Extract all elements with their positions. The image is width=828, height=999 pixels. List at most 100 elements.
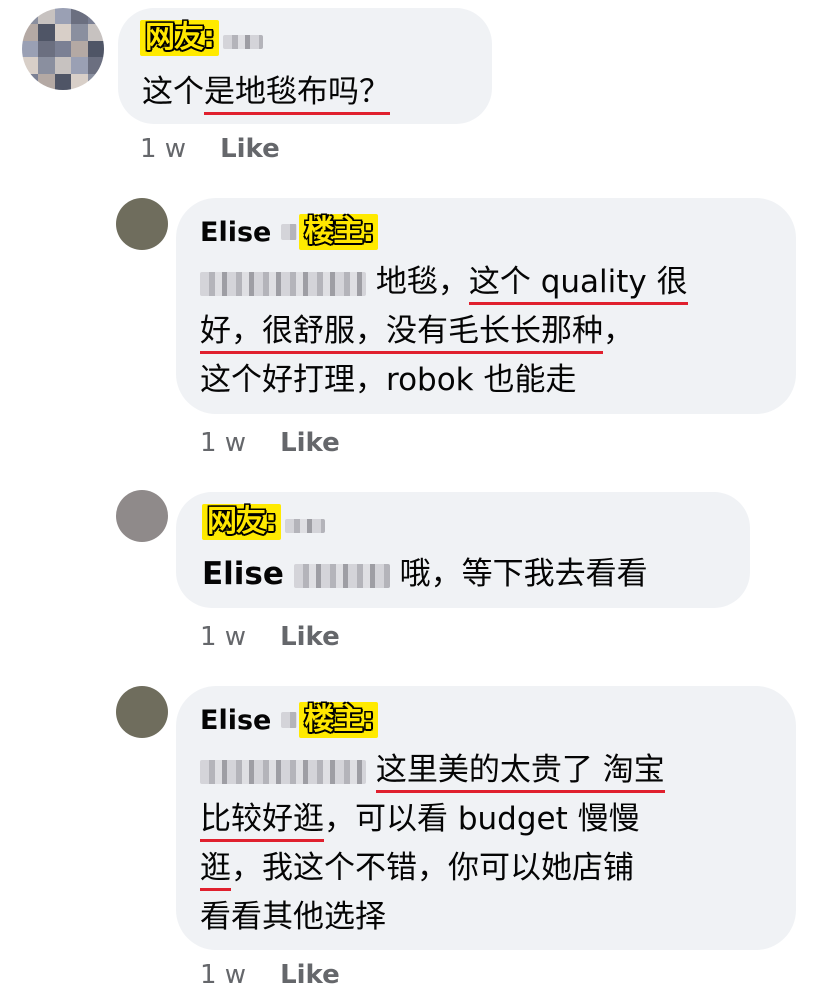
avatar-pixel [129, 503, 142, 516]
avatar-pixel [116, 198, 129, 211]
avatar-pixel [71, 8, 88, 25]
comment-meta: 1 w Like [140, 134, 280, 164]
avatar[interactable] [22, 8, 104, 90]
avatar-pixel [38, 24, 55, 41]
avatar-pixel [155, 529, 168, 542]
avatar-pixel [87, 8, 104, 25]
author-name[interactable]: Elise [200, 217, 271, 248]
comment-header: Elise 楼主: [200, 702, 379, 738]
like-button[interactable]: Like [280, 960, 340, 990]
avatar-pixel [129, 198, 142, 211]
avatar-pixel [54, 8, 72, 25]
avatar-pixel [71, 57, 88, 74]
avatar-pixel [71, 73, 88, 90]
timestamp: 1 w [200, 428, 247, 458]
avatar-pixel [142, 699, 155, 712]
avatar-pixel [155, 211, 168, 224]
avatar-pixel [116, 699, 129, 712]
avatar-pixel [116, 224, 129, 237]
avatar-pixel [142, 237, 155, 250]
blurred-name [285, 519, 325, 533]
blurred-name [281, 712, 298, 728]
avatar-pixel [142, 211, 155, 224]
avatar-pixel [116, 211, 129, 224]
avatar-pixel [116, 686, 129, 699]
blurred-name [223, 35, 263, 49]
timestamp: 1 w [200, 622, 247, 652]
avatar-pixel [116, 490, 129, 503]
avatar-pixel [22, 40, 39, 58]
avatar-pixel [155, 686, 168, 699]
blurred-name [281, 224, 298, 240]
avatar-pixel [87, 73, 104, 90]
role-tag: 网友: [140, 20, 219, 56]
comment-header: 网友: [202, 504, 325, 540]
avatar-pixel [142, 503, 155, 516]
like-button[interactable]: Like [220, 134, 280, 164]
avatar-pixel [155, 725, 168, 738]
comment-text: 这个是地毯布吗？ [142, 68, 390, 117]
avatar-pixel [129, 725, 142, 738]
comment-header: 网友: [140, 20, 263, 56]
avatar-pixel [54, 40, 72, 58]
avatar-pixel [87, 24, 104, 41]
avatar-pixel [129, 686, 142, 699]
avatar-pixel [54, 57, 72, 74]
avatar[interactable] [116, 490, 168, 542]
mention-name[interactable]: Elise [202, 556, 284, 592]
avatar-pixel [129, 237, 142, 250]
avatar-pixel [22, 8, 39, 25]
avatar[interactable] [116, 686, 168, 738]
avatar-pixel [54, 24, 72, 41]
avatar-pixel [71, 40, 88, 58]
blurred-mention [293, 563, 390, 588]
avatar-pixel [129, 699, 142, 712]
avatar-pixel [129, 516, 142, 529]
avatar-pixel [142, 712, 155, 725]
like-button[interactable]: Like [280, 622, 340, 652]
avatar-pixel [116, 503, 129, 516]
timestamp: 1 w [200, 960, 247, 990]
avatar-pixel [155, 516, 168, 529]
avatar-pixel [155, 503, 168, 516]
comment-header: Elise 楼主: [200, 214, 379, 250]
avatar-pixel [129, 529, 142, 542]
blurred-mention [200, 271, 366, 296]
avatar-pixel [129, 490, 142, 503]
comment-text: 地毯，这个 quality 很 好，很舒服，没有毛长长那种， 这个好打理，rob… [200, 264, 688, 398]
avatar-pixel [116, 725, 129, 738]
comment-text: Elise 哦，等下我去看看 [202, 556, 648, 592]
avatar-pixel [142, 516, 155, 529]
author-name[interactable]: Elise [200, 705, 271, 736]
avatar-pixel [129, 712, 142, 725]
avatar-pixel [116, 237, 129, 250]
avatar-pixel [142, 529, 155, 542]
avatar-pixel [155, 224, 168, 237]
avatar-pixel [38, 40, 55, 58]
role-tag: 楼主: [299, 214, 379, 250]
role-tag: 网友: [202, 504, 281, 540]
avatar-pixel [116, 712, 129, 725]
avatar-pixel [116, 529, 129, 542]
avatar[interactable] [116, 198, 168, 250]
timestamp: 1 w [140, 134, 187, 164]
like-button[interactable]: Like [280, 428, 340, 458]
avatar-pixel [71, 24, 88, 41]
avatar-pixel [116, 516, 129, 529]
avatar-pixel [87, 40, 104, 58]
role-tag: 楼主: [299, 702, 379, 738]
avatar-pixel [22, 57, 39, 74]
comment-text: 这里美的太贵了 淘宝 比较好逛，可以看 budget 慢慢 逛，我这个不错，你可… [200, 752, 665, 935]
comment-meta: 1 w Like [200, 960, 340, 990]
avatar-pixel [54, 73, 72, 90]
avatar-pixel [38, 8, 55, 25]
avatar-pixel [142, 686, 155, 699]
avatar-pixel [38, 73, 55, 90]
avatar-pixel [142, 198, 155, 211]
avatar-pixel [129, 211, 142, 224]
avatar-pixel [142, 725, 155, 738]
avatar-pixel [142, 224, 155, 237]
avatar-pixel [155, 712, 168, 725]
avatar-pixel [38, 57, 55, 74]
avatar-pixel [142, 490, 155, 503]
